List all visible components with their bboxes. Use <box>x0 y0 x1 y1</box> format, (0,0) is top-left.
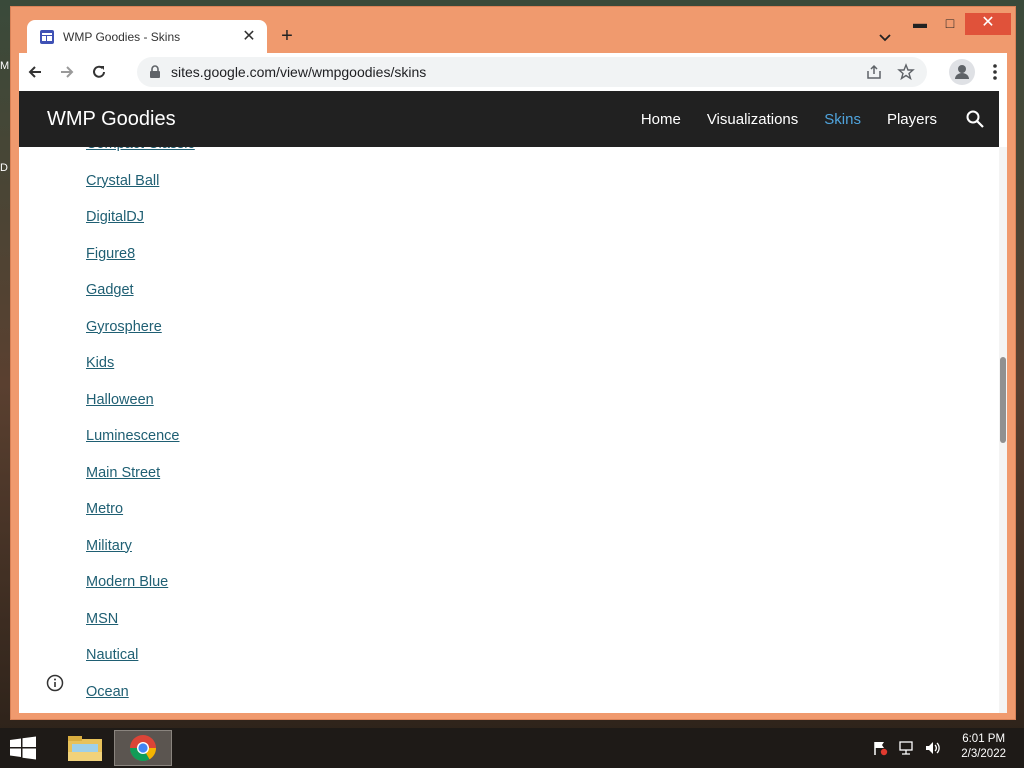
skin-list: Compact ClassicCrystal BallDigitalDJFigu… <box>86 134 195 713</box>
browser-window: WMP Goodies - Skins ✕ + ▬ □ ✕ sites.goog… <box>10 6 1016 720</box>
browser-toolbar: sites.google.com/view/wmpgoodies/skins <box>19 53 1007 91</box>
taskbar-clock[interactable]: 6:01 PM 2/3/2022 <box>961 732 1006 762</box>
share-icon[interactable] <box>865 63 883 81</box>
nav-home[interactable]: Home <box>641 111 681 128</box>
maximize-button[interactable]: □ <box>935 13 965 35</box>
profile-avatar-icon[interactable] <box>949 59 975 85</box>
search-icon[interactable] <box>965 109 985 129</box>
tab-search-chevron-icon[interactable] <box>877 29 893 45</box>
skin-link[interactable]: Modern Blue <box>86 572 195 609</box>
lock-icon <box>150 65 160 78</box>
site-nav: Home Visualizations Skins Players <box>641 91 937 147</box>
web-page: Compact ClassicCrystal BallDigitalDJFigu… <box>19 91 1007 713</box>
skin-link[interactable]: Kids <box>86 353 195 390</box>
person-icon <box>955 65 969 79</box>
back-arrow-icon <box>28 66 41 78</box>
google-sites-favicon-icon <box>40 30 54 44</box>
tab-title: WMP Goodies - Skins <box>63 30 181 44</box>
desktop-icon-label-stub: D <box>0 162 8 174</box>
browser-tab[interactable]: WMP Goodies - Skins ✕ <box>27 20 267 54</box>
skin-link[interactable]: Main Street <box>86 463 195 500</box>
skin-link[interactable]: MSN <box>86 609 195 646</box>
taskbar-file-explorer[interactable] <box>56 730 114 766</box>
skin-link[interactable]: Figure8 <box>86 244 195 281</box>
close-window-button[interactable]: ✕ <box>965 13 1011 35</box>
skin-link[interactable]: Nautical <box>86 645 195 682</box>
back-button[interactable] <box>19 56 51 88</box>
chrome-icon <box>129 735 157 762</box>
nav-skins[interactable]: Skins <box>824 111 861 128</box>
nav-players[interactable]: Players <box>887 111 937 128</box>
taskbar-chrome[interactable] <box>114 730 172 766</box>
network-icon[interactable] <box>898 740 914 756</box>
skin-link[interactable]: Gyrosphere <box>86 317 195 354</box>
new-tab-button[interactable]: + <box>277 26 297 47</box>
site-header: WMP Goodies Home Visualizations Skins Pl… <box>19 91 999 147</box>
windows-taskbar: 6:01 PM 2/3/2022 <box>0 728 1024 768</box>
forward-button[interactable] <box>51 56 83 88</box>
site-title[interactable]: WMP Goodies <box>47 108 176 131</box>
page-scrollbar[interactable] <box>999 147 1007 713</box>
clock-date: 2/3/2022 <box>961 748 1006 760</box>
file-explorer-icon <box>68 736 102 761</box>
tab-close-icon[interactable]: ✕ <box>241 29 257 45</box>
bookmark-star-icon[interactable] <box>897 63 915 81</box>
skin-link[interactable]: Crystal Ball <box>86 171 195 208</box>
forward-arrow-icon <box>61 66 74 78</box>
skin-link[interactable]: Halloween <box>86 390 195 427</box>
address-bar[interactable]: sites.google.com/view/wmpgoodies/skins <box>137 57 927 87</box>
desktop-icon-label-stub: M <box>0 60 10 72</box>
minimize-button[interactable]: ▬ <box>905 13 935 35</box>
browser-titlebar: WMP Goodies - Skins ✕ + ▬ □ ✕ <box>11 7 1015 54</box>
skin-link[interactable]: Gadget <box>86 280 195 317</box>
reload-icon <box>93 65 105 78</box>
url-text: sites.google.com/view/wmpgoodies/skins <box>171 64 427 80</box>
skin-link[interactable]: Luminescence <box>86 426 195 463</box>
info-icon[interactable] <box>45 673 65 693</box>
action-center-flag-icon[interactable] <box>872 740 888 756</box>
skin-link[interactable]: DigitalDJ <box>86 207 195 244</box>
clock-time: 6:01 PM <box>962 733 1006 745</box>
skin-link[interactable]: Military <box>86 536 195 573</box>
system-tray <box>872 740 940 756</box>
volume-icon[interactable] <box>924 740 940 756</box>
scrollbar-thumb[interactable] <box>1000 357 1006 443</box>
skin-link[interactable]: Ocean <box>86 682 195 714</box>
reload-button[interactable] <box>83 56 115 88</box>
windows-start-icon[interactable] <box>8 736 38 760</box>
skin-link[interactable]: Metro <box>86 499 195 536</box>
menu-dots-icon[interactable] <box>985 62 1005 82</box>
nav-visualizations[interactable]: Visualizations <box>707 111 798 128</box>
